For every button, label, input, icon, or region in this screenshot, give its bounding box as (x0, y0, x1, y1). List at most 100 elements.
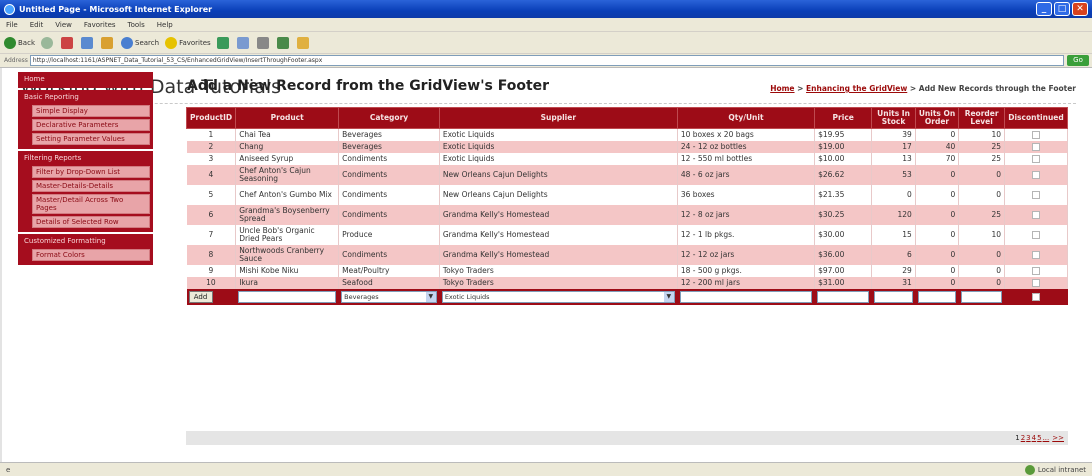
menu-item-view[interactable]: View (55, 21, 72, 29)
edit-button[interactable] (276, 36, 291, 49)
menu-item-favorites[interactable]: Favorites (84, 21, 116, 29)
table-row: 8 Northwoods Cranberry Sauce Condiments Gra… (186, 244, 1068, 265)
forward-button[interactable] (41, 36, 55, 49)
grid-header-row: ProductID Product Category Supplier Qty/Unit… (185, 107, 1068, 129)
go-button[interactable]: Go (1067, 55, 1089, 66)
history-button[interactable] (216, 36, 231, 49)
reorder-level-input[interactable] (961, 290, 1003, 303)
add-button[interactable]: Add (188, 290, 213, 303)
home-button[interactable] (101, 36, 115, 49)
cell-product: Uncle Bob's Organic Dried Pears (235, 224, 340, 245)
cell-qty-unit: 12 - 12 oz jars (677, 244, 816, 265)
cell-qty-unit: 12 - 8 oz jars (677, 204, 816, 225)
cell-productid: 9 (186, 264, 237, 277)
home-icon (101, 36, 113, 49)
mail-button[interactable] (236, 36, 251, 49)
pager-next-link[interactable]: >> (1052, 434, 1064, 442)
sidebar-subitem-master-details-details[interactable]: Master-Details-Details (32, 180, 150, 192)
cell-supplier: Grandma Kelly's Homestead (439, 244, 678, 265)
cell-productid: 8 (186, 244, 237, 265)
sidebar-section: Basic Reporting Simple Display Declarative… (18, 90, 153, 149)
sidebar-subitem-details-of-selected-row[interactable]: Details of Selected Row (32, 216, 150, 228)
cell-units-on-order: 70 (915, 152, 960, 165)
print-button[interactable] (256, 36, 271, 49)
favorites-button[interactable]: Favorites (165, 36, 211, 49)
menu-bar: File Edit View Favorites Tools Help (0, 18, 1092, 32)
discontinued-checkbox (1032, 131, 1040, 140)
table-row: 10 Ikura Seafood Tokyo Traders 12 - 200 ml j… (186, 276, 1068, 289)
sidebar-subitem-master-detail-across-two-pages[interactable]: Master/Detail Across Two Pages (32, 194, 150, 214)
sidebar-item-customized-formatting[interactable]: Customized Formatting (18, 235, 150, 247)
cell-units-on-order: 0 (915, 128, 960, 141)
cell-units-on-order: 0 (915, 244, 960, 265)
price-input[interactable] (817, 290, 870, 303)
cell-units-on-order: 40 (915, 140, 960, 153)
sidebar-item-filtering-reports[interactable]: Filtering Reports (18, 152, 150, 164)
discontinued-checkbox (1032, 211, 1040, 219)
menu-item-tools[interactable]: Tools (128, 21, 145, 29)
cell-price: $97.00 (814, 264, 873, 277)
cell-reorder-level: 0 (958, 264, 1006, 277)
category-select[interactable]: Beverages ▼ (341, 290, 437, 303)
table-row: 5 Chef Anton's Gumbo Mix Condiments New Orl… (186, 184, 1068, 205)
pager-page-link[interactable]: 3 (1026, 434, 1030, 442)
status-bar: e Local intranet (0, 462, 1092, 476)
cell-reorder-level: 25 (958, 204, 1006, 225)
search-button[interactable]: Search (121, 36, 159, 49)
cell-productid: 6 (186, 204, 237, 225)
pager-page-link[interactable]: ... (1043, 434, 1050, 442)
cell-discontinued (1004, 152, 1068, 165)
cell-productid: 2 (186, 140, 237, 153)
qty-per-unit-input[interactable] (679, 290, 813, 303)
cell-product: Ikura (235, 276, 340, 289)
cell-product: Northwoods Cranberry Sauce (235, 244, 340, 265)
address-bar: Address http://localhost:1161/ASPNET_Dat… (0, 54, 1092, 68)
chevron-down-icon: ▼ (663, 291, 674, 302)
maximize-button[interactable]: □ (1054, 2, 1070, 16)
browser-toolbar: Back Search Favorites (0, 32, 1092, 54)
menu-item-edit[interactable]: Edit (30, 21, 44, 29)
cell-discontinued (1004, 224, 1068, 245)
search-icon (121, 36, 133, 49)
pager-page-link[interactable]: 4 (1032, 434, 1036, 442)
menu-item-file[interactable]: File (6, 21, 18, 29)
units-in-stock-input[interactable] (874, 290, 913, 303)
pager-page-link[interactable]: 5 (1037, 434, 1041, 442)
stop-button[interactable] (61, 36, 75, 49)
cell-units-on-order: 0 (915, 264, 960, 277)
cell-reorder-level: 0 (958, 276, 1006, 289)
supplier-select[interactable]: Exotic Liquids ▼ (441, 290, 675, 303)
product-name-input[interactable] (238, 290, 337, 303)
sidebar-item-home[interactable]: Home (18, 73, 150, 86)
sidebar-subitem-setting-parameter-values[interactable]: Setting Parameter Values (32, 133, 150, 145)
cell-reorder-level: 10 (958, 128, 1006, 141)
discuss-icon (296, 36, 309, 49)
column-header-discontinued: Discontinued (1004, 107, 1068, 129)
pager-page-link[interactable]: 2 (1021, 434, 1025, 442)
cell-product: Aniseed Syrup (235, 152, 340, 165)
cell-units-in-stock: 17 (871, 140, 916, 153)
table-row: 7 Uncle Bob's Organic Dried Pears Produce G… (186, 224, 1068, 245)
refresh-button[interactable] (81, 36, 95, 49)
minimize-button[interactable]: _ (1036, 2, 1052, 16)
menu-item-help[interactable]: Help (157, 21, 173, 29)
sidebar-subitem-format-colors[interactable]: Format Colors (32, 249, 150, 261)
units-on-order-input[interactable] (917, 290, 957, 303)
sidebar-subitem-simple-display[interactable]: Simple Display (32, 105, 150, 117)
cell-discontinued (1004, 164, 1068, 185)
discontinued-checkbox[interactable] (1032, 293, 1040, 301)
address-input[interactable]: http://localhost:1161/ASPNET_Data_Tutori… (29, 55, 1064, 66)
back-button[interactable]: Back (4, 36, 35, 49)
column-header-units-on-order: Units On Order (914, 107, 960, 129)
breadcrumb-section-link[interactable]: Enhancing the GridView (806, 84, 907, 93)
discuss-button[interactable] (296, 36, 311, 49)
table-row: 4 Chef Anton's Cajun Seasoning Condiments N… (186, 164, 1068, 185)
sidebar-item-basic-reporting[interactable]: Basic Reporting (18, 91, 150, 103)
sidebar-subitem-declarative-parameters[interactable]: Declarative Parameters (32, 119, 150, 131)
browser-window: Untitled Page - Microsoft Internet Explo… (0, 0, 1092, 476)
sidebar-subitem-filter-by-drop-down-list[interactable]: Filter by Drop-Down List (32, 166, 150, 178)
cell-units-on-order: 0 (915, 204, 960, 225)
breadcrumb-home-link[interactable]: Home (770, 84, 794, 93)
cell-units-on-order: 0 (915, 224, 960, 245)
close-button[interactable]: ✕ (1072, 2, 1088, 16)
